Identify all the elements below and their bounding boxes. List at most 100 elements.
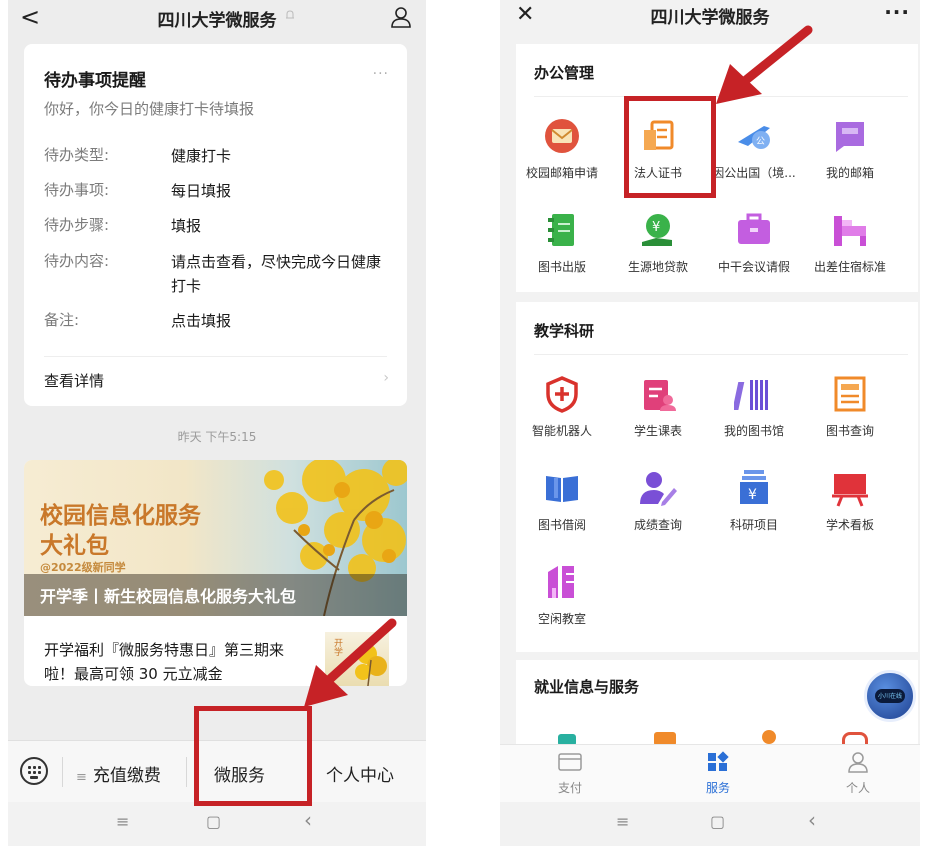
service-tile[interactable]: 学生课表	[610, 358, 706, 450]
red-arrow-icon	[716, 25, 813, 104]
banner-title-line1: 校园信息化服务	[40, 502, 201, 529]
service-tile[interactable]: 中干会议请假	[706, 194, 802, 286]
more-options-icon[interactable]: ···	[373, 66, 389, 82]
row-value: 点击填报	[171, 312, 232, 330]
user-edit-icon	[640, 472, 677, 506]
tab-label: 服务	[705, 781, 730, 795]
page-title: 四川大学微服务	[157, 11, 277, 31]
tab-service[interactable]: 服务	[678, 751, 758, 796]
employment-icon	[762, 730, 776, 744]
menu-recharge-payment[interactable]: ≡ 充值缴费	[76, 761, 161, 786]
row-key: 待办类型:	[44, 146, 110, 164]
grid-icon	[708, 751, 729, 771]
divider	[44, 356, 387, 357]
tile-label: 图书借阅	[537, 518, 586, 532]
tab-label: 支付	[557, 781, 582, 795]
right-phone-screen: ✕ 四川大学微服务 ··· 办公管理 校园邮箱申请 法人证书 公 因公出国（境.…	[500, 0, 920, 846]
menu-label: 充值缴费	[92, 766, 161, 786]
billboard-icon	[832, 474, 868, 507]
airplane-icon: 公	[738, 126, 770, 149]
divider	[186, 757, 187, 787]
article-banner[interactable]: 校园信息化服务 大礼包 @2022级新同学 开学季丨新生校园信息化服务大礼包	[24, 460, 407, 616]
service-tile[interactable]: ¥ 生源地贷款	[610, 194, 706, 286]
nav-back-icon[interactable]: ‹	[808, 808, 816, 832]
keyboard-icon[interactable]	[20, 757, 48, 785]
svg-text:¥: ¥	[748, 487, 757, 503]
system-nav-bar: ≡ ▢ ‹	[8, 802, 426, 846]
nav-menu-icon[interactable]: ≡	[116, 812, 129, 831]
open-book-icon	[546, 476, 578, 502]
more-options-icon[interactable]: ···	[884, 0, 910, 24]
highlight-box	[624, 96, 716, 198]
nav-back-icon[interactable]: ‹	[304, 808, 312, 832]
article-title[interactable]: 开学福利『微服务特惠日』第三期来啦！最高可领 30 元立减金	[44, 638, 306, 686]
mail-envelope-icon	[545, 119, 579, 153]
notebook-icon	[548, 214, 574, 246]
top-bar: < 四川大学微服务	[8, 0, 426, 36]
service-tile[interactable]: 智能机器人	[514, 358, 610, 450]
tile-label: 图书出版	[537, 260, 586, 274]
banner-caption-bar: 开学季丨新生校园信息化服务大礼包	[24, 574, 407, 616]
svg-text:公: 公	[756, 136, 765, 147]
message-timestamp: 昨天 下午5:15	[177, 430, 257, 444]
greeting-text: 你好，你今日的健康打卡待填报	[44, 100, 255, 118]
tile-label: 成绩查询	[633, 518, 682, 532]
nav-home-icon[interactable]: ▢	[710, 812, 725, 831]
service-tile[interactable]: 图书查询	[802, 358, 898, 450]
chat-box-icon	[836, 122, 864, 152]
service-tile[interactable]: 校园邮箱申请	[514, 100, 610, 192]
tile-label: 因公出国（境...	[712, 166, 796, 180]
service-tile[interactable]: 我的图书馆	[706, 358, 802, 450]
calendar-person-icon	[644, 380, 676, 411]
system-nav-bar: ≡ ▢ ‹	[500, 802, 920, 846]
nav-home-icon[interactable]: ▢	[206, 812, 221, 831]
highlight-box	[194, 706, 312, 806]
person-icon	[848, 752, 868, 773]
tile-label: 智能机器人	[531, 424, 592, 438]
briefcase-icon	[738, 213, 770, 244]
banner-title-line2: 大礼包	[40, 532, 109, 559]
row-value: 健康打卡	[171, 147, 232, 165]
hamburger-icon: ≡	[76, 770, 87, 785]
tile-label: 图书查询	[825, 424, 874, 438]
person-icon[interactable]	[390, 6, 412, 28]
service-tile[interactable]: 公 因公出国（境...	[706, 100, 802, 192]
tab-pay[interactable]: 支付	[530, 751, 610, 796]
section-teaching-research: 教学科研 智能机器人 学生课表 我的图书馆 图书查询 图书借阅 成绩查询 ¥ 科…	[516, 302, 918, 652]
chatbot-float-button[interactable]: 小川在线	[864, 670, 916, 722]
service-tile[interactable]: 图书出版	[514, 194, 610, 286]
service-tile[interactable]: 图书借阅	[514, 452, 610, 544]
service-tile[interactable]: 学术看板	[802, 452, 898, 544]
view-details-link[interactable]: 查看详情	[44, 370, 104, 391]
row-key: 待办内容:	[44, 252, 110, 270]
bot-label: 小川在线	[878, 693, 903, 700]
row-value: 每日填报	[171, 182, 232, 200]
service-tile[interactable]: 我的邮箱	[802, 100, 898, 192]
tile-label: 校园邮箱申请	[525, 166, 598, 180]
tile-label: 科研项目	[729, 518, 778, 532]
row-key: 待办事项:	[44, 181, 110, 199]
service-tile[interactable]: 出差住宿标准	[802, 194, 898, 286]
tile-label: 生源地贷款	[627, 260, 688, 274]
service-tile[interactable]: 空闲教室	[514, 546, 610, 638]
newspaper-icon	[834, 376, 866, 412]
row-key: 备注:	[44, 311, 80, 329]
tile-label: 我的图书馆	[723, 424, 784, 438]
divider	[534, 354, 908, 355]
tile-label: 中干会议请假	[717, 260, 790, 274]
wallet-icon	[558, 753, 582, 771]
menu-personal-center[interactable]: 个人中心	[326, 761, 394, 786]
bed-icon	[834, 216, 866, 246]
service-tile[interactable]: 成绩查询	[610, 452, 706, 544]
tab-me[interactable]: 个人	[818, 751, 898, 796]
tile-label: 空闲教室	[537, 612, 586, 626]
tile-label: 学生课表	[633, 424, 682, 438]
row-key: 待办步骤:	[44, 216, 110, 234]
chevron-right-icon: ›	[383, 370, 389, 386]
divider	[62, 757, 63, 787]
service-tile[interactable]: ¥ 科研项目	[706, 452, 802, 544]
todo-reminder-card[interactable]: 待办事项提醒 ··· 你好，你今日的健康打卡待填报 待办类型: 健康打卡 待办事…	[24, 44, 407, 406]
left-phone-screen: < 四川大学微服务 待办事项提醒 ··· 你好，你今日的健康打卡待填报 待办类型…	[8, 0, 426, 846]
nav-menu-icon[interactable]: ≡	[616, 812, 629, 831]
building-icon	[548, 566, 574, 598]
